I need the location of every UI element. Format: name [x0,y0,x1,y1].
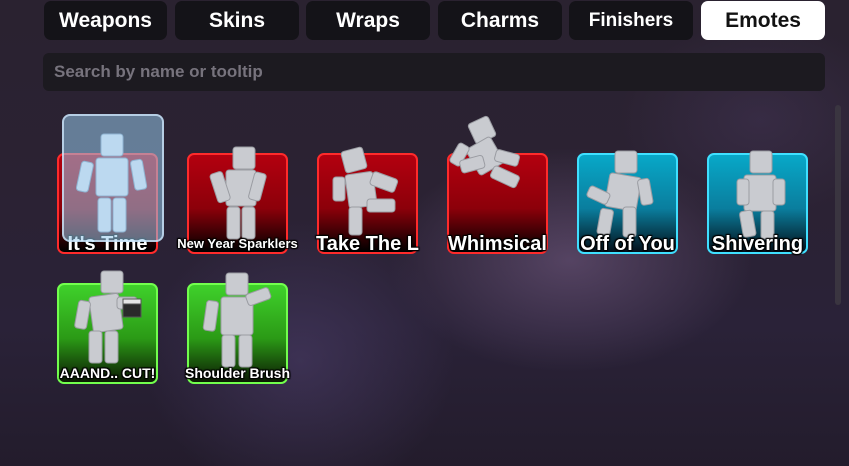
search-bar [43,53,825,91]
tab-charms[interactable]: Charms [438,1,562,40]
emote-label: Shivering [711,233,804,255]
emote-card-shivering[interactable]: Shivering [707,150,808,255]
emote-label: Shoulder Brush [184,365,291,381]
search-input[interactable] [52,61,825,83]
emote-label: AAAND.. CUT! [59,365,156,381]
scrollbar[interactable] [835,105,841,305]
selected-highlight [62,114,164,242]
emote-label: New Year Sparklers [177,236,298,251]
tab-skins[interactable]: Skins [175,1,299,40]
emote-label: Off of You [580,233,675,255]
emote-card-off-of-you[interactable]: Off of You [577,150,678,255]
emote-card-aaand-cut[interactable]: AAAND.. CUT! [57,270,158,384]
tab-weapons[interactable]: Weapons [44,1,167,40]
tab-emotes[interactable]: Emotes [701,1,825,40]
emote-label: Take The L [316,233,419,255]
emote-card-whimsical[interactable]: Whimsical [447,115,548,255]
emote-card-new-year-sparklers[interactable]: New Year Sparklers [177,146,298,254]
tab-wraps[interactable]: Wraps [306,1,430,40]
emote-card-shoulder-brush[interactable]: Shoulder Brush [184,272,291,384]
emote-label: Whimsical [448,233,547,255]
emote-card-take-the-l[interactable]: Take The L [316,146,419,255]
emote-figure-icon [75,133,148,233]
tab-finishers[interactable]: Finishers [569,1,693,40]
clapperboard-icon [122,298,142,318]
